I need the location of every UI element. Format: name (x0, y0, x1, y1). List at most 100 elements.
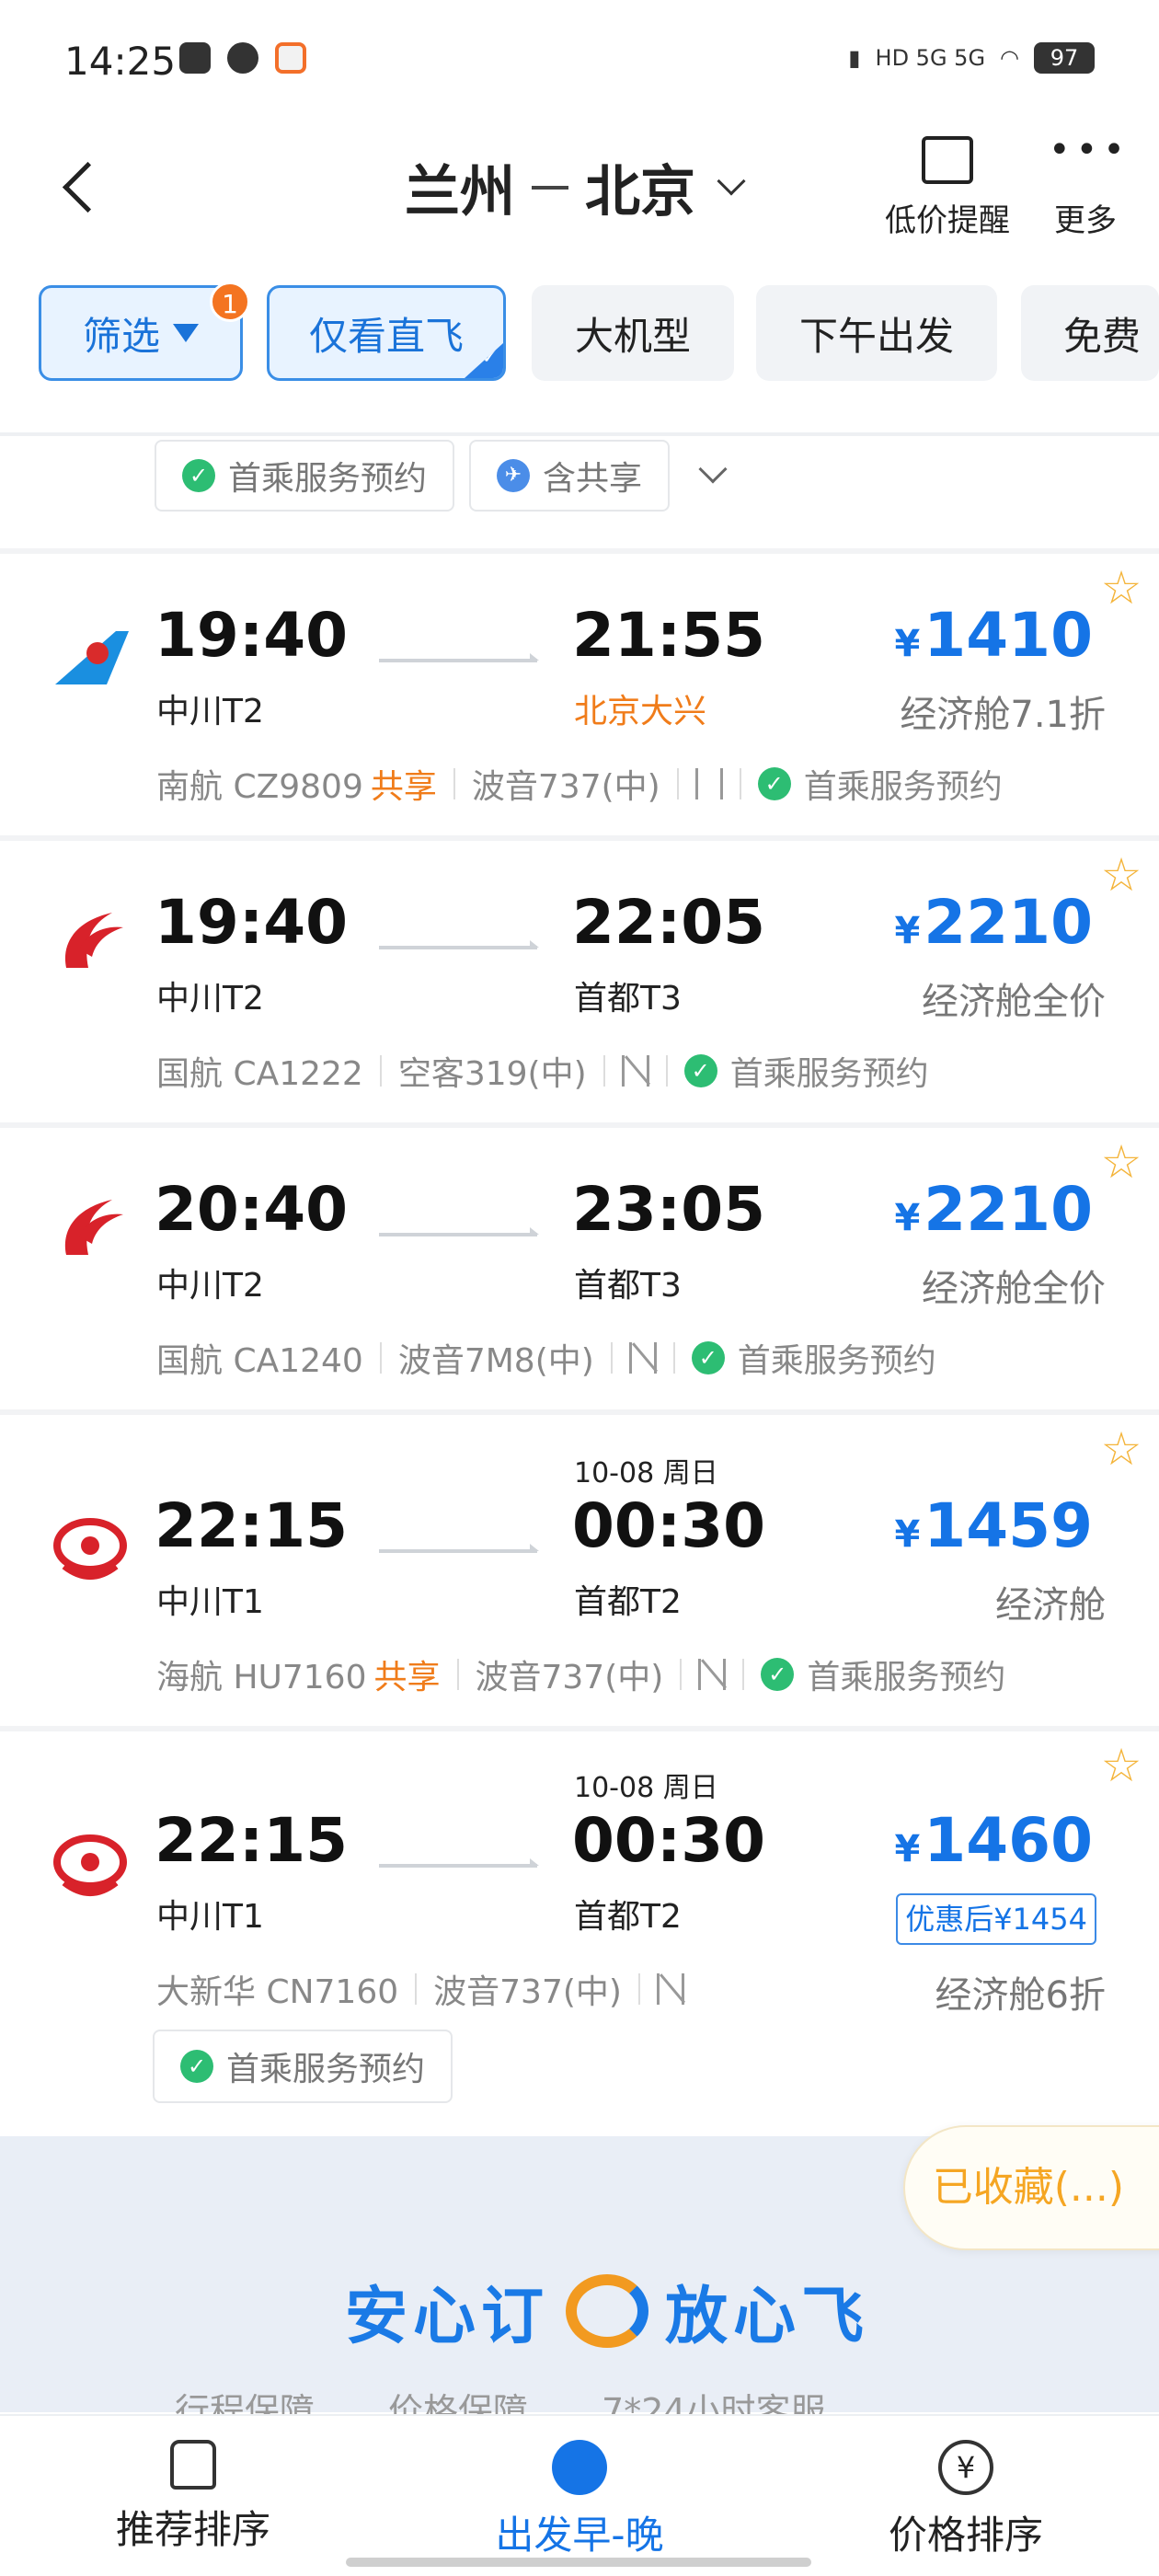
flight-card[interactable]: 19:40 中川T2 21:55 北京大兴 ¥1410 经济舱7.1折 ☆ 南航… (0, 554, 1159, 835)
afternoon-chip[interactable]: 下午出发 (756, 285, 997, 381)
direct-only-chip[interactable]: 仅看直飞 (267, 285, 506, 381)
clock-icon (552, 2440, 607, 2495)
flight-arrow-icon (379, 653, 539, 662)
music-icon (179, 42, 211, 74)
separator (680, 1659, 683, 1690)
status-time: 14:25 (64, 39, 177, 84)
flight-arrow-icon (379, 1858, 539, 1868)
chevron-down-icon[interactable] (698, 454, 728, 484)
large-aircraft-chip[interactable]: 大机型 (532, 285, 734, 381)
first-ride-label: 首乘服务预约 (228, 460, 428, 498)
departure-time: 22:15 (155, 1805, 349, 1876)
filter-label: 筛选 (82, 313, 160, 359)
star-icon[interactable]: ☆ (1098, 1426, 1144, 1472)
service-tag: ✓ 首乘服务预约 (153, 2030, 453, 2103)
status-right: ▮ HD 5G 5G ◠ 97 (848, 42, 1095, 74)
promo-title-right: 放心飞 (665, 2281, 870, 2353)
arrival-time: 23:05 (572, 1174, 766, 1245)
collected-button[interactable]: 已收藏(...) (902, 2125, 1159, 2250)
service-label: 首乘服务预约 (729, 1055, 929, 1093)
route-selector[interactable]: 兰州 北京 (405, 147, 746, 227)
separator (665, 1055, 668, 1087)
no-meal-icon (698, 1659, 727, 1690)
top-tags: ✓ 首乘服务预约 ✈ 含共享 (155, 440, 728, 512)
departure-airport: 中川T1 (156, 1583, 264, 1621)
nav-departure-sort[interactable]: 出发早-晚 (488, 2440, 671, 2560)
separator (676, 768, 679, 799)
separator (602, 1055, 605, 1087)
separator (453, 768, 455, 799)
no-meal-icon (656, 1973, 684, 2005)
arrival-time: 22:05 (572, 887, 766, 958)
discount-badge: 优惠后¥1454 (896, 1893, 1096, 1945)
network-indicator: HD 5G 5G (875, 45, 986, 71)
include-share-tag[interactable]: ✈ 含共享 (469, 440, 671, 512)
battery-indicator: 97 (1034, 42, 1095, 74)
flight-meta: 国航 CA1240 波音7M8(中) ✓ 首乘服务预约 (156, 1334, 936, 1382)
divider (0, 432, 1159, 436)
price: ¥2210 (894, 1174, 1093, 1245)
departure-time: 20:40 (155, 1174, 349, 1245)
service-label: 首乘服务预约 (226, 2051, 426, 2088)
flight-meta: 大新华 CN7160 波音737(中) (156, 1965, 684, 2013)
flight-card[interactable]: 10-08 周日 22:15 中川T1 00:30 首都T2 ¥1460 优惠后… (0, 1731, 1159, 2136)
back-icon[interactable] (55, 156, 110, 221)
separator (672, 1342, 675, 1374)
star-icon[interactable]: ☆ (1098, 1742, 1144, 1788)
departure-airport: 中川T2 (156, 980, 264, 1018)
origin-city: 兰州 (405, 160, 515, 224)
home-indicator[interactable] (346, 2558, 811, 2567)
flight-card[interactable]: 19:40 中川T2 22:05 首都T3 ¥2210 经济舱全价 ☆ 国航 C… (0, 841, 1159, 1122)
share-badge: 共享 (370, 768, 437, 806)
nav-price-sort[interactable]: ¥ 价格排序 (883, 2440, 1049, 2560)
departure-airport: 中川T2 (156, 1267, 264, 1305)
check-icon: ✓ (691, 1341, 725, 1374)
free-chip[interactable]: 免费 (1021, 285, 1159, 381)
large-aircraft-label: 大机型 (574, 313, 691, 359)
include-share-label: 含共享 (543, 460, 643, 498)
nav-price-label: 价格排序 (888, 2513, 1043, 2558)
plane-icon: ✈ (497, 459, 531, 492)
star-icon[interactable]: ☆ (1098, 565, 1144, 611)
nav-recommend-sort[interactable]: 推荐排序 (110, 2440, 276, 2555)
no-meal-icon (628, 1342, 657, 1374)
funnel-icon (173, 324, 199, 342)
star-icon[interactable]: ☆ (1098, 1139, 1144, 1185)
grand-china-logo (53, 1834, 127, 1896)
flight-meta: 南航 CZ9809 共享 波音737(中) ✓ 首乘服务预约 (156, 760, 1003, 808)
more-button[interactable]: ••• 更多 (1039, 132, 1131, 240)
chevron-down-icon (717, 166, 746, 196)
separator (456, 1659, 459, 1690)
no-meal-icon (621, 1055, 649, 1087)
chart-alert-icon (922, 136, 973, 184)
price-value: 1410 (924, 600, 1093, 671)
flight-card[interactable]: 10-08 周日 22:15 中川T1 00:30 首都T2 ¥1459 经济舱… (0, 1415, 1159, 1726)
departure-airport: 中川T1 (156, 1898, 264, 1936)
yen-icon: ¥ (938, 2440, 993, 2495)
afternoon-label: 下午出发 (798, 313, 954, 359)
next-day-date: 10-08 周日 (574, 1457, 718, 1489)
nav-recommend-label: 推荐排序 (115, 2507, 270, 2552)
currency-symbol: ¥ (894, 1513, 921, 1556)
direct-only-label: 仅看直飞 (308, 313, 464, 359)
first-ride-tag[interactable]: ✓ 首乘服务预约 (155, 440, 455, 512)
nav-departure-label: 出发早-晚 (495, 2513, 664, 2558)
currency-symbol: ¥ (894, 910, 921, 952)
star-icon[interactable]: ☆ (1098, 852, 1144, 898)
app-notification-icon (275, 42, 306, 74)
filter-count-badge: 1 (210, 282, 250, 322)
service-tag: ✓ 首乘服务预约 (683, 1047, 929, 1095)
low-price-alert-button[interactable]: 低价提醒 (874, 136, 1021, 240)
arrival-time: 00:30 (572, 1805, 766, 1876)
cabin-class: 经济舱7.1折 (900, 694, 1106, 736)
departure-time: 22:15 (155, 1490, 349, 1561)
vibrate-icon: ▮ (848, 45, 861, 71)
departure-airport: 中川T2 (156, 693, 264, 730)
flight-arrow-icon (379, 940, 539, 949)
arrival-time: 21:55 (572, 600, 766, 671)
air-china-logo (64, 1200, 123, 1255)
cabin-class: 经济舱全价 (922, 981, 1106, 1023)
flight-card[interactable]: 20:40 中川T2 23:05 首都T3 ¥2210 经济舱全价 ☆ 国航 C… (0, 1128, 1159, 1409)
aircraft-type: 波音737(中) (471, 768, 660, 806)
bottom-nav: 推荐排序 出发早-晚 ¥ 价格排序 (0, 2414, 1159, 2576)
